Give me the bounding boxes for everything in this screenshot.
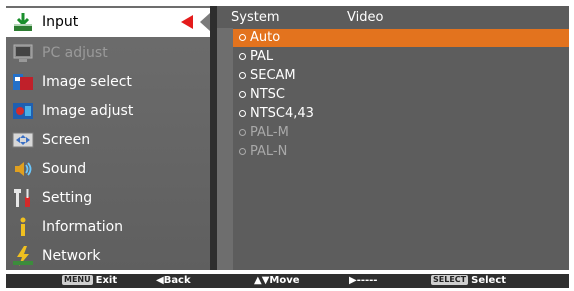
menu-label-setting: Setting xyxy=(42,190,93,206)
option-pal[interactable]: PAL xyxy=(233,48,569,66)
sound-icon xyxy=(12,158,34,180)
option-label: Auto xyxy=(250,30,281,45)
menu-label-information: Information xyxy=(42,219,124,235)
radio-icon xyxy=(239,34,246,41)
footer-next: ▶----- xyxy=(349,275,378,286)
system-option-list: Auto PAL SECAM NTSC NTSC4,43 PAL-M PAL-N xyxy=(233,28,569,270)
radio-icon xyxy=(239,91,246,98)
option-label: PAL xyxy=(250,49,274,64)
menu-label-screen: Screen xyxy=(42,132,91,148)
submenu-panel: System Video Auto PAL SECAM NTSC NTSC4,4… xyxy=(217,6,569,270)
footer-exit-label: Exit xyxy=(95,275,118,286)
option-pal-n: PAL-N xyxy=(233,143,569,161)
menu-label-network: Network xyxy=(42,248,101,264)
main-menu: Input PC adjust Image select Image adjus… xyxy=(6,6,210,270)
menu-item-image-adjust[interactable]: Image adjust xyxy=(6,97,210,126)
radio-icon xyxy=(239,110,246,117)
radio-icon xyxy=(239,53,246,60)
footer-select: SELECT Select xyxy=(431,275,506,287)
image-adjust-icon xyxy=(12,100,34,122)
input-icon xyxy=(12,11,34,33)
menu-item-image-select[interactable]: Image select xyxy=(6,68,210,97)
menu-label-image-adjust: Image adjust xyxy=(42,103,134,119)
menu-label-sound: Sound xyxy=(42,161,87,177)
menu-item-sound[interactable]: Sound xyxy=(6,155,210,184)
menu-item-setting[interactable]: Setting xyxy=(6,184,210,213)
menu-item-network[interactable]: Network xyxy=(6,242,210,271)
osd-menu: Input PC adjust Image select Image adjus… xyxy=(6,6,569,270)
select-key-badge: SELECT xyxy=(431,275,469,285)
pc-adjust-icon xyxy=(12,42,34,64)
image-select-icon xyxy=(12,71,34,93)
radio-icon xyxy=(239,72,246,79)
menu-label-input: Input xyxy=(42,14,79,30)
radio-icon xyxy=(239,129,246,136)
submenu-title: System xyxy=(231,10,280,25)
screen-icon xyxy=(12,129,34,151)
option-label: SECAM xyxy=(250,68,296,83)
radio-icon xyxy=(239,148,246,155)
menu-key-badge: MENU xyxy=(62,275,93,285)
submenu-source: Video xyxy=(347,10,384,25)
submenu-pointer xyxy=(200,13,210,31)
footer-back: ◀Back xyxy=(156,275,191,286)
selection-arrow-icon xyxy=(181,15,193,29)
option-ntsc443[interactable]: NTSC4,43 xyxy=(233,105,569,123)
option-ntsc[interactable]: NTSC xyxy=(233,86,569,104)
menu-item-pc-adjust[interactable]: PC adjust xyxy=(6,39,210,68)
footer-exit: MENU Exit xyxy=(62,275,117,287)
option-auto[interactable]: Auto xyxy=(233,29,569,47)
option-label: PAL-M xyxy=(250,125,289,140)
menu-label-image-select: Image select xyxy=(42,74,132,90)
key-guide-bar: MENU Exit ◀Back ▲▼Move ▶----- SELECT Selec… xyxy=(6,274,569,288)
menu-item-information[interactable]: Information xyxy=(6,213,210,242)
option-pal-m: PAL-M xyxy=(233,124,569,142)
menu-item-screen[interactable]: Screen xyxy=(6,126,210,155)
information-icon xyxy=(12,216,34,238)
menu-item-input[interactable]: Input xyxy=(6,8,210,37)
network-icon xyxy=(12,245,34,267)
footer-select-label: Select xyxy=(471,275,507,286)
option-label: NTSC4,43 xyxy=(250,106,314,121)
setting-icon xyxy=(12,187,34,209)
footer-move: ▲▼Move xyxy=(254,275,300,286)
option-label: NTSC xyxy=(250,87,285,102)
option-label: PAL-N xyxy=(250,144,288,159)
option-secam[interactable]: SECAM xyxy=(233,67,569,85)
menu-label-pc-adjust: PC adjust xyxy=(42,45,108,61)
submenu-header: System Video xyxy=(217,6,569,28)
